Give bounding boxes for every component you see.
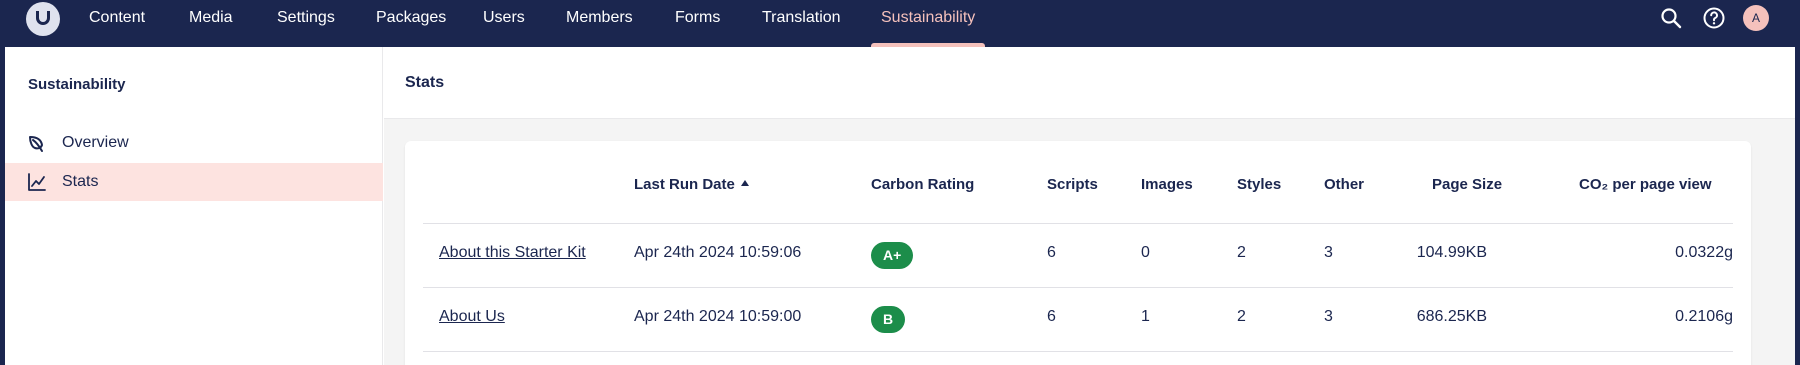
top-navigation-bar: Content Media Settings Packages Users Me… — [5, 0, 1795, 47]
sidebar-item-label: Overview — [62, 134, 129, 151]
sort-ascending-icon — [740, 180, 749, 186]
nav-settings[interactable]: Settings — [277, 0, 335, 47]
nav-users[interactable]: Users — [483, 0, 525, 47]
stats-table-card: Last Run Date Carbon Rating Scripts Imag… — [405, 141, 1751, 365]
main-content: Stats Last Run Date Carbon Rating Script… — [384, 47, 1795, 365]
page-link[interactable]: About Us — [439, 308, 505, 326]
main-header: Stats — [384, 47, 1795, 119]
page-title: Stats — [405, 74, 445, 91]
other-cell: 3 — [1324, 308, 1333, 325]
search-icon[interactable] — [1659, 6, 1683, 30]
page-size-cell: 686.25KB — [1416, 308, 1487, 325]
chart-line-icon — [28, 173, 46, 191]
table-divider — [423, 351, 1733, 352]
nav-media[interactable]: Media — [189, 0, 233, 47]
nav-packages[interactable]: Packages — [376, 0, 446, 47]
column-header-other: Other — [1324, 176, 1365, 193]
window-edge-right — [1795, 0, 1800, 365]
column-header-styles: Styles — [1237, 176, 1282, 193]
column-header-last-run-date[interactable]: Last Run Date — [634, 176, 749, 193]
sidebar-title: Sustainability — [28, 76, 126, 93]
styles-cell: 2 — [1237, 308, 1246, 325]
column-header-images: Images — [1141, 176, 1193, 193]
nav-sustainability-label: Sustainability — [881, 9, 976, 26]
app-frame: Content Media Settings Packages Users Me… — [0, 0, 1800, 365]
nav-content[interactable]: Content — [89, 0, 145, 47]
column-header-page-size: Page Size — [1432, 176, 1503, 193]
nav-forms[interactable]: Forms — [675, 0, 720, 47]
nav-members[interactable]: Members — [566, 0, 633, 47]
column-header-label: Last Run Date — [634, 176, 735, 193]
sidebar: Sustainability Overview Stats — [5, 47, 383, 365]
sidebar-item-stats[interactable]: Stats — [5, 163, 383, 201]
page-link[interactable]: About this Starter Kit — [439, 244, 586, 262]
images-cell: 1 — [1141, 308, 1150, 325]
column-header-co2-per-page-view: CO₂ per page view — [1579, 176, 1712, 193]
user-avatar[interactable]: A — [1743, 5, 1769, 31]
help-icon[interactable] — [1702, 6, 1726, 30]
nav-sustainability[interactable]: Sustainability — [871, 0, 986, 47]
last-run-date-cell: Apr 24th 2024 10:59:06 — [634, 244, 802, 261]
styles-cell: 2 — [1237, 244, 1246, 261]
co2-cell: 0.2106g — [1675, 308, 1733, 325]
sidebar-item-label: Stats — [62, 173, 99, 190]
umbraco-logo[interactable] — [26, 2, 60, 36]
column-header-scripts: Scripts — [1047, 176, 1098, 193]
scripts-cell: 6 — [1047, 244, 1056, 261]
page-size-cell: 104.99KB — [1416, 244, 1487, 261]
leaf-icon — [29, 136, 43, 152]
last-run-date-cell: Apr 24th 2024 10:59:00 — [634, 308, 802, 325]
images-cell: 0 — [1141, 244, 1150, 261]
co2-cell: 0.0322g — [1675, 244, 1733, 261]
nav-translation[interactable]: Translation — [762, 0, 841, 47]
sidebar-item-overview[interactable]: Overview — [5, 124, 383, 162]
scripts-cell: 6 — [1047, 308, 1056, 325]
column-header-carbon-rating: Carbon Rating — [871, 176, 975, 193]
other-cell: 3 — [1324, 244, 1333, 261]
table-row: About this Starter Kit Apr 24th 2024 10:… — [405, 224, 1751, 287]
carbon-rating-badge: B — [871, 306, 906, 333]
table-row: About Us Apr 24th 2024 10:59:00 B 6 1 2 … — [405, 288, 1751, 351]
carbon-rating-badge: A+ — [871, 242, 914, 269]
